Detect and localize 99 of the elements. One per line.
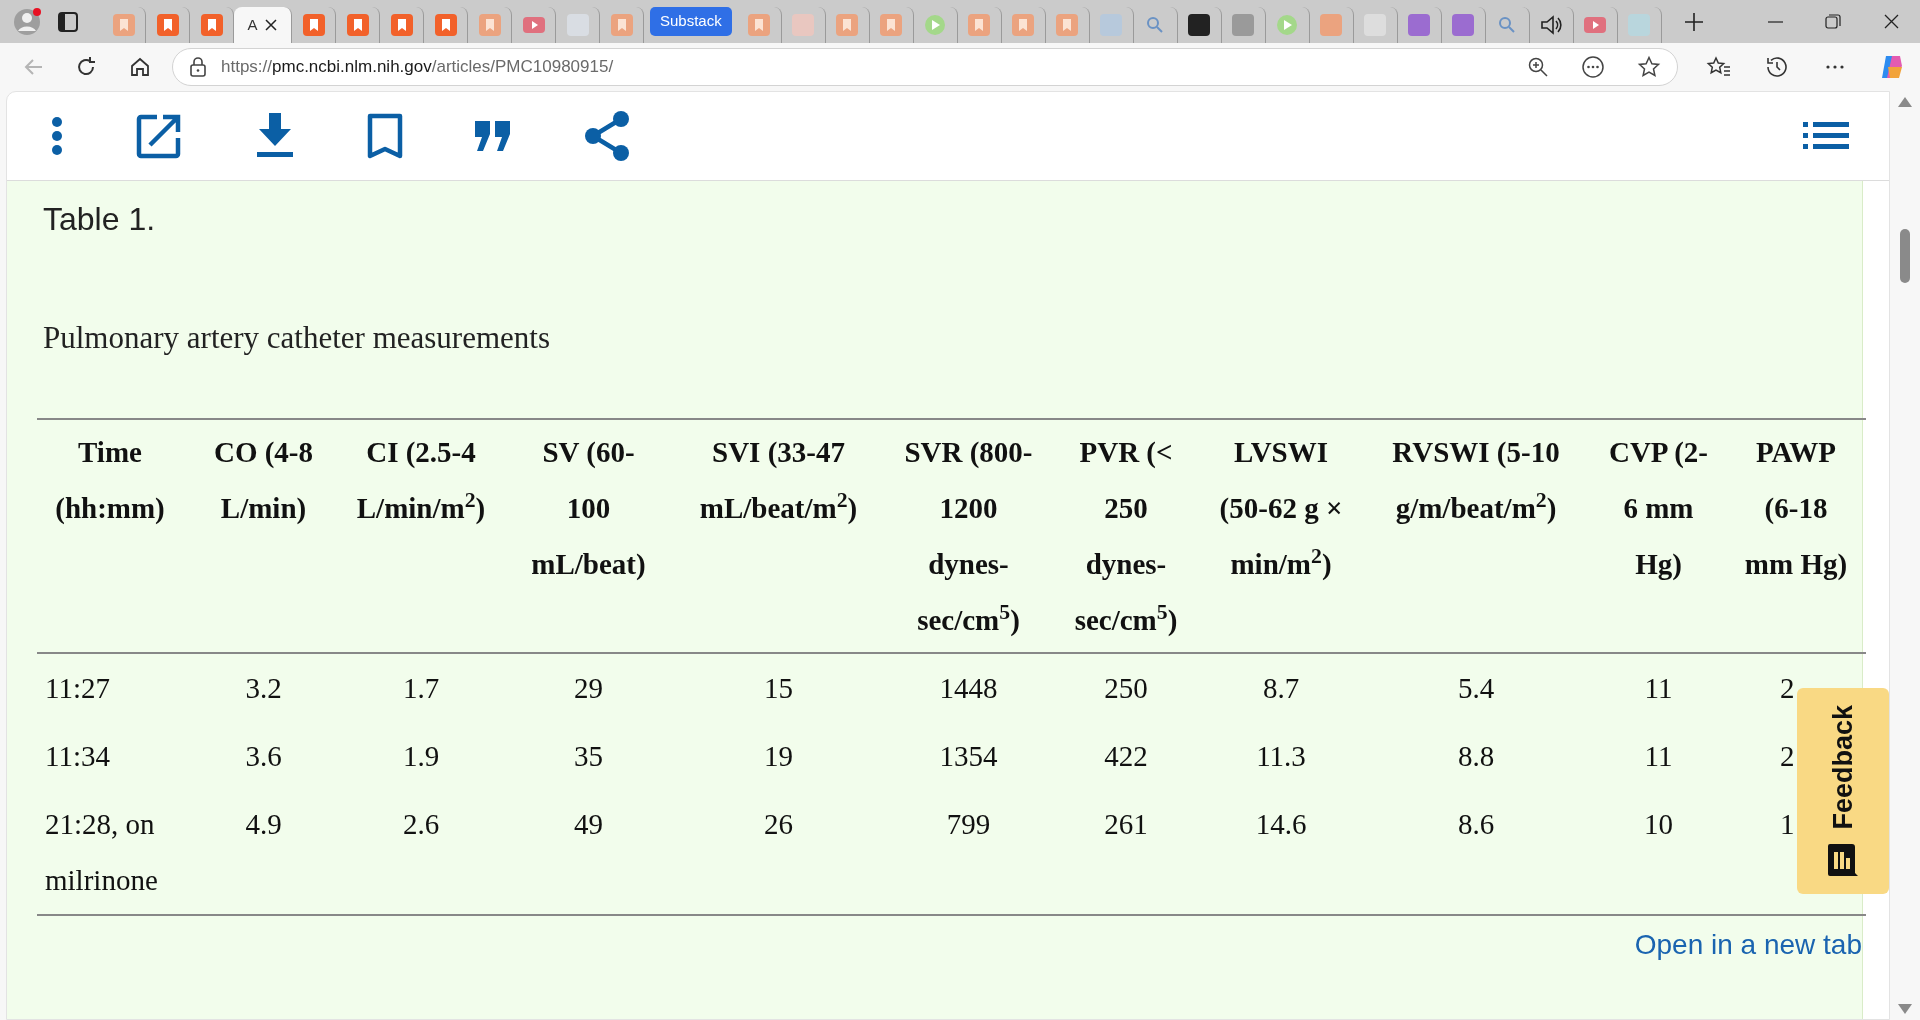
table-cell: 11 xyxy=(1644,671,1673,704)
play-icon xyxy=(924,14,947,36)
star-icon[interactable] xyxy=(1637,55,1661,79)
table-cell: 2 xyxy=(1780,671,1795,704)
table-cell: 26 xyxy=(764,807,793,840)
column-header: CVP (2-6 mm Hg) xyxy=(1591,418,1726,653)
bookmark-icon xyxy=(112,14,135,36)
table-cell: 14.6 xyxy=(1255,807,1307,840)
table-cell: 250 xyxy=(1104,671,1148,704)
column-header: PVR (< 250 dynes-sec/cm$^{5}$) xyxy=(1051,418,1201,653)
table-cell: 2.6 xyxy=(402,807,440,840)
scroll-up-icon[interactable] xyxy=(1898,97,1912,107)
column-header: SVI (33-47 mL/beat/m$^{2}$) xyxy=(671,418,886,653)
bookmark-icon xyxy=(1012,14,1035,36)
browser-tab[interactable]: A xyxy=(234,7,292,43)
zoom-icon[interactable] xyxy=(1527,56,1549,78)
profile-avatar xyxy=(14,7,42,36)
column-header: SVR (800-1200 dynes-sec/cm$^{5}$) xyxy=(886,418,1051,653)
bookmark-icon xyxy=(748,14,771,36)
quote-icon[interactable] xyxy=(475,121,511,151)
scrollbar-thumb[interactable] xyxy=(1900,228,1910,283)
open-in-new-tab-link[interactable]: Open in a new tab xyxy=(1634,923,1862,966)
video-icon xyxy=(522,14,545,36)
close-icon xyxy=(263,18,278,32)
table-cell: 799 xyxy=(946,807,991,840)
column-header: Time (hh:mm) xyxy=(37,418,191,653)
table-cell: 3.2 xyxy=(245,671,282,704)
bookmark-icon xyxy=(200,14,223,36)
tab-actions-icon xyxy=(58,11,78,32)
bookmark-icon xyxy=(1056,14,1079,36)
table-cell: 49 xyxy=(574,807,603,840)
table-cell: 1354 xyxy=(939,739,998,772)
history-icon[interactable] xyxy=(1764,54,1790,80)
column-header: CI (2.5-4 L/min/m$^{2}$) xyxy=(336,418,506,653)
bookmark-icon xyxy=(610,14,633,36)
table-cell: 11:27 xyxy=(45,671,110,704)
table-caption: Pulmonary artery catheter measurements xyxy=(43,319,551,357)
url-text: https://pmc.ncbi.nlm.nih.gov/articles/PMC10980915/ xyxy=(221,56,614,79)
share-icon[interactable] xyxy=(583,111,631,161)
lock-icon[interactable] xyxy=(189,57,207,77)
column-header: CO (4-8 L/min) xyxy=(191,418,336,653)
table-cell: 4.9 xyxy=(245,807,282,840)
bookmark-icon xyxy=(156,14,179,36)
more-icon[interactable] xyxy=(1581,55,1605,79)
table-cell: 15 xyxy=(764,671,793,704)
table-cell: 21:28, on milrinone xyxy=(45,807,158,896)
feedback-icon xyxy=(1827,843,1859,878)
close-icon xyxy=(1883,14,1899,29)
table-cell: 422 xyxy=(1104,739,1148,772)
address-bar[interactable]: https://pmc.ncbi.nlm.nih.gov/articles/PMC10980915/ xyxy=(172,48,1678,86)
table-cell: 5.4 xyxy=(1457,671,1495,704)
bookmark-icon xyxy=(346,14,369,36)
table-cell: 2 xyxy=(1780,739,1795,772)
table-cell: 8.8 xyxy=(1457,739,1495,772)
bookmark-icon xyxy=(968,14,991,36)
table-cell: 11 xyxy=(1644,739,1673,772)
tab-group-label[interactable]: Substack xyxy=(650,7,732,36)
video-icon xyxy=(1584,14,1607,36)
external-link-icon[interactable] xyxy=(135,112,183,160)
bookmark-icon xyxy=(302,14,325,36)
bookmark-icon xyxy=(836,14,859,36)
home-icon[interactable] xyxy=(128,55,152,79)
download-icon[interactable] xyxy=(255,113,295,159)
restore-icon xyxy=(1825,14,1841,29)
table-cell: 11:34 xyxy=(45,739,110,772)
column-header: LVSWI (50-62 g × min/m$^{2}$) xyxy=(1201,418,1361,653)
table-cell: 1448 xyxy=(939,671,998,704)
list-icon[interactable] xyxy=(1803,122,1849,150)
bookmark-icon xyxy=(880,14,903,36)
bookmark-icon xyxy=(434,14,457,36)
table-cell: 29 xyxy=(574,671,603,704)
table-cell: 261 xyxy=(1104,807,1148,840)
feedback-label: Feedback xyxy=(1826,704,1859,830)
table-cell: 19 xyxy=(764,739,793,772)
table-cell: 35 xyxy=(574,739,603,772)
table-cell: 1 xyxy=(1780,807,1795,840)
more-options-icon[interactable] xyxy=(51,116,63,156)
table-title: Table 1. xyxy=(43,200,157,239)
column-header: RVSWI (5-10 g/m/beat/m$^{2}$) xyxy=(1361,418,1591,653)
favorites-icon[interactable] xyxy=(1706,55,1732,79)
table-cell: 10 xyxy=(1644,807,1673,840)
bookmark-icon[interactable] xyxy=(367,113,403,159)
minimize-icon xyxy=(1767,20,1783,23)
column-header: PAWP (6-18 mm Hg) xyxy=(1726,418,1866,653)
table-cell: 1.9 xyxy=(402,739,440,772)
play-icon xyxy=(1276,14,1299,36)
feedback-button[interactable]: Feedback xyxy=(1797,688,1889,894)
table-cell: 3.6 xyxy=(245,739,282,772)
bookmark-icon xyxy=(478,14,501,36)
table-cell: 11.3 xyxy=(1256,739,1306,772)
table-cell: 1.7 xyxy=(402,671,440,704)
scroll-down-icon[interactable] xyxy=(1898,1004,1912,1014)
column-header: SV (60-100 mL/beat) xyxy=(506,418,671,653)
bookmark-icon xyxy=(390,14,413,36)
plus-icon xyxy=(1683,11,1704,32)
tab-title: A xyxy=(247,14,258,35)
speaker-icon xyxy=(1540,14,1563,36)
table-cell: 8.6 xyxy=(1457,807,1495,840)
table-cell: 8.7 xyxy=(1262,671,1300,704)
